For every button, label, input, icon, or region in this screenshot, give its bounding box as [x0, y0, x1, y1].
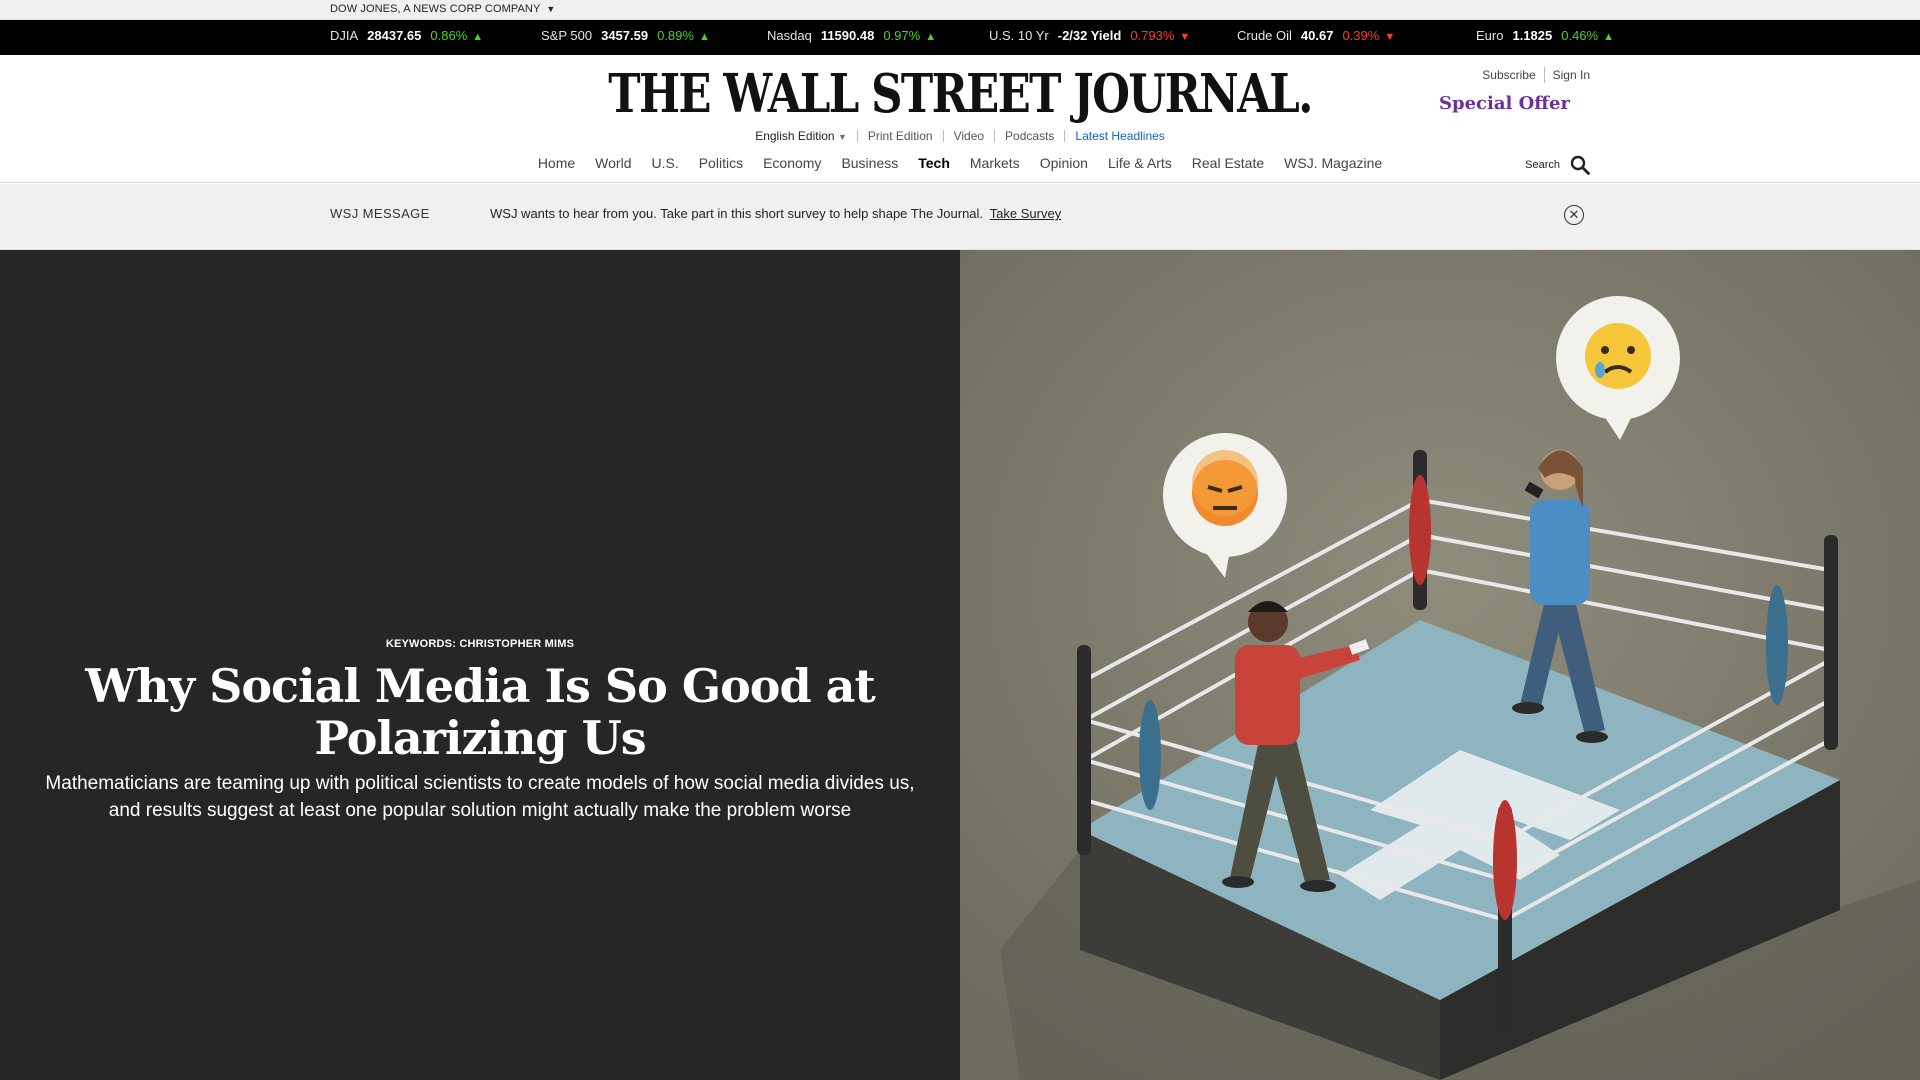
nav-item-wsj-magazine[interactable]: WSJ. Magazine	[1274, 155, 1392, 171]
nav-item-business[interactable]: Business	[831, 155, 908, 171]
ticker-change-value: 0.89%	[657, 28, 694, 43]
ticker-change: 0.97% ▲	[883, 28, 936, 43]
ticker-change: 0.86% ▲	[430, 28, 483, 43]
corporate-menu[interactable]: DOW JONES, A NEWS CORP COMPANY ▼	[330, 3, 555, 15]
message-banner: WSJ MESSAGE WSJ wants to hear from you. …	[0, 184, 1920, 250]
take-survey-link[interactable]: Take Survey	[990, 206, 1062, 221]
ring-post	[1077, 645, 1091, 855]
nav-item-world[interactable]: World	[585, 155, 641, 171]
ticker-change-value: 0.97%	[883, 28, 921, 43]
arrow-up-icon: ▲	[1603, 31, 1614, 43]
ticker-name: Nasdaq	[767, 28, 812, 43]
ticker-name: U.S. 10 Yr	[989, 28, 1049, 43]
ticker-item-djia[interactable]: DJIA 28437.65 0.86% ▲	[330, 28, 483, 43]
print-edition-link[interactable]: Print Edition	[858, 129, 943, 143]
ticker-change-value: 0.86%	[430, 28, 468, 43]
arrow-down-icon: ▼	[1179, 31, 1191, 43]
nav-item-economy[interactable]: Economy	[753, 155, 831, 171]
video-link[interactable]: Video	[944, 129, 994, 143]
nav-item-opinion[interactable]: Opinion	[1030, 155, 1098, 171]
subscribe-link[interactable]: Subscribe	[1482, 68, 1535, 82]
nav-item-real-estate[interactable]: Real Estate	[1182, 155, 1274, 171]
ticker-change: 0.793% ▼	[1130, 28, 1190, 43]
message-body: WSJ wants to hear from you. Take part in…	[490, 206, 1061, 221]
ticker-change: 0.89% ▲	[657, 28, 710, 43]
ticker-change: 0.39% ▼	[1342, 28, 1395, 43]
section-nav: Home World U.S. Politics Economy Busines…	[0, 155, 1920, 171]
message-text: WSJ wants to hear from you. Take part in…	[490, 206, 984, 221]
corner-pad-red	[1409, 475, 1431, 585]
ticker-name: S&P 500	[541, 28, 593, 43]
search-icon	[1570, 155, 1590, 175]
ticker-item-euro[interactable]: Euro 1.1825 0.46% ▲	[1476, 28, 1614, 43]
caret-down-icon: ▼	[546, 4, 556, 14]
edition-links: English Edition ▼ Print Edition Video Po…	[0, 129, 1920, 143]
market-ticker: DJIA 28437.65 0.86% ▲ S&P 500 3457.59 0.8…	[0, 20, 1920, 55]
account-links: Subscribe Sign In	[1482, 67, 1590, 83]
message-label: WSJ MESSAGE	[330, 206, 430, 221]
ticker-name: DJIA	[330, 28, 359, 43]
article-keywords[interactable]: KEYWORDS: CHRISTOPHER MIMS	[0, 638, 960, 650]
close-icon[interactable]: ✕	[1564, 205, 1584, 225]
ticker-value: 11590.48	[820, 28, 875, 43]
podcasts-link[interactable]: Podcasts	[995, 129, 1064, 143]
corner-pad-blue	[1139, 700, 1161, 810]
corner-pad-blue	[1766, 585, 1788, 705]
nav-item-home[interactable]: Home	[528, 155, 585, 171]
edition-label: English Edition	[755, 129, 835, 143]
ticker-item-treasury[interactable]: U.S. 10 Yr -2/32 Yield 0.793% ▼	[989, 28, 1190, 43]
nav-item-politics[interactable]: Politics	[689, 155, 753, 171]
ticker-item-nasdaq[interactable]: Nasdaq 11590.48 0.97% ▲	[767, 28, 936, 43]
special-offer-link[interactable]: Special Offer	[1439, 93, 1570, 114]
ticker-value: 28437.65	[367, 28, 422, 43]
article-headline[interactable]: Why Social Media Is So Good at Polarizin…	[30, 660, 930, 764]
ticker-change: 0.46% ▲	[1561, 28, 1614, 43]
arrow-up-icon: ▲	[925, 31, 937, 43]
latest-headlines-link[interactable]: Latest Headlines	[1065, 129, 1174, 143]
article-dek: Mathematicians are teaming up with polit…	[45, 773, 915, 821]
search-button[interactable]: Search	[1525, 155, 1590, 175]
ticker-change-value: 0.46%	[1561, 28, 1599, 43]
hero-illustration[interactable]	[960, 250, 1920, 1080]
arrow-up-icon: ▲	[698, 31, 710, 43]
masthead: THE WALL STREET JOURNAL. English Edition…	[0, 55, 1920, 183]
ticker-item-sp500[interactable]: S&P 500 3457.59 0.89% ▲	[541, 28, 710, 43]
corporate-label: DOW JONES, A NEWS CORP COMPANY	[330, 3, 541, 15]
nav-item-markets[interactable]: Markets	[960, 155, 1030, 171]
ticker-value: 1.1825	[1512, 28, 1553, 43]
corporate-bar: DOW JONES, A NEWS CORP COMPANY ▼	[0, 0, 1920, 20]
ticker-change-value: 0.39%	[1342, 28, 1380, 43]
ticker-value: 3457.59	[601, 28, 649, 43]
nav-item-us[interactable]: U.S.	[641, 155, 688, 171]
divider	[1543, 67, 1545, 83]
arrow-up-icon: ▲	[472, 31, 484, 43]
ticker-change-value: 0.793%	[1130, 28, 1175, 43]
nav-item-tech[interactable]: Tech	[908, 155, 960, 171]
caret-down-icon: ▼	[837, 132, 847, 142]
corner-pad-red	[1493, 800, 1517, 920]
ticker-value: -2/32 Yield	[1057, 28, 1122, 43]
ticker-item-crude-oil[interactable]: Crude Oil 40.67 0.39% ▼	[1237, 28, 1395, 43]
boxing-ring-illustration	[960, 250, 1920, 1080]
ticker-name: Euro	[1476, 28, 1504, 43]
ticker-name: Crude Oil	[1237, 28, 1292, 43]
ticker-value: 40.67	[1300, 28, 1334, 43]
nav-item-life-arts[interactable]: Life & Arts	[1098, 155, 1182, 171]
edition-selector[interactable]: English Edition ▼	[745, 129, 857, 143]
sign-in-link[interactable]: Sign In	[1553, 68, 1590, 82]
ring-post	[1824, 535, 1838, 750]
search-label: Search	[1525, 159, 1560, 171]
arrow-down-icon: ▼	[1384, 31, 1396, 43]
